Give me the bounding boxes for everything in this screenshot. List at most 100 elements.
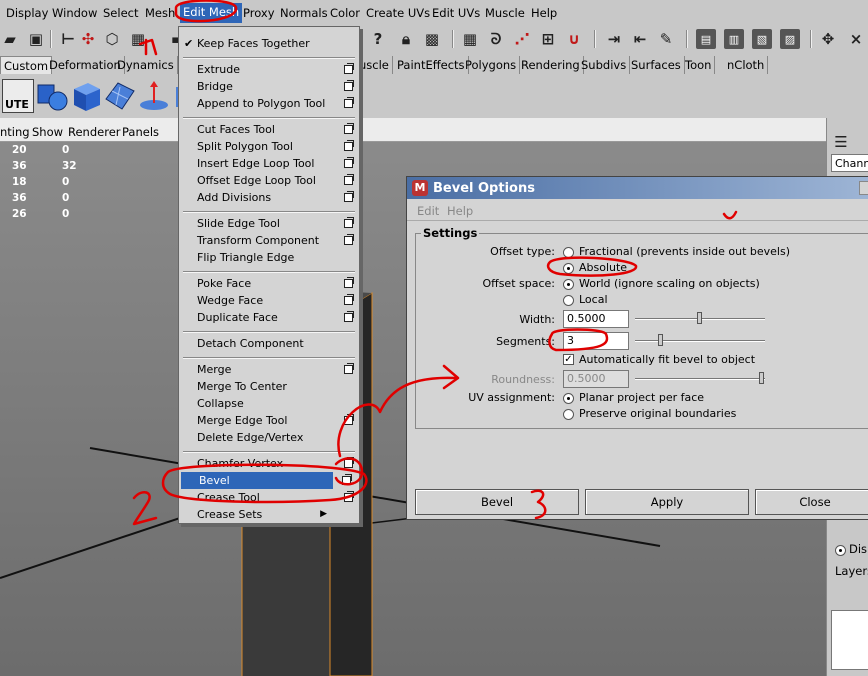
width-field[interactable]: 0.5000 [563,310,629,328]
menu-color[interactable]: Color [330,6,360,20]
tab-rendering[interactable]: Rendering [518,56,584,74]
snap-curve-icon[interactable]: ᘐ [486,29,506,49]
uv-planar-radio[interactable] [563,393,574,404]
uv-preserve-label[interactable]: Preserve original boundaries [579,407,736,420]
menu-item-slide-edge[interactable]: Slide Edge Tool [179,215,359,232]
save-scene-icon[interactable]: ▣ [26,29,46,49]
tab-muscle[interactable]: uscle [356,56,393,74]
autofit-checkbox[interactable]: ✓ [563,354,574,365]
magnet-icon[interactable]: ∪ [564,29,584,49]
menu-item-keep-faces-together[interactable]: ✔ Keep Faces Together [179,35,359,52]
select-hierarchy-icon[interactable]: ⊢ [58,29,78,49]
menu-edit-mesh[interactable]: Edit Mesh [180,3,243,23]
select-object-icon[interactable]: ✣ [78,29,98,49]
snap-point-icon[interactable]: ⋰ [512,29,532,49]
uv-planar-label[interactable]: Planar project per face [579,391,704,404]
menu-display[interactable]: Display [6,6,48,20]
option-box-icon[interactable] [344,491,354,502]
menu-create-uvs[interactable]: Create UVs [366,6,430,20]
menu-item-append-to-polygon[interactable]: Append to Polygon Tool [179,95,359,112]
ipr-render-icon[interactable]: ▧ [752,29,772,49]
menu-item-bridge[interactable]: Bridge [179,78,359,95]
close-button[interactable]: Close [755,489,868,515]
menu-mesh[interactable]: Mesh [145,6,175,20]
offset-type-fractional-radio[interactable] [563,247,574,258]
dialog-menu-help[interactable]: Help [447,204,473,218]
menu-proxy[interactable]: Proxy [243,6,275,20]
menu-item-crease-sets[interactable]: Crease Sets ▶ [179,506,359,523]
offset-type-absolute-label[interactable]: Absolute [579,261,627,274]
width-slider-thumb[interactable] [697,312,702,324]
menu-item-offset-edge-loop[interactable]: Offset Edge Loop Tool [179,172,359,189]
minimize-button[interactable] [859,181,868,195]
select-mask-icon[interactable]: ▩ [422,29,442,49]
snap-grid-icon[interactable]: ▦ [460,29,480,49]
layer-list[interactable] [831,610,868,670]
lock-icon[interactable]: 🔒︎ [396,29,416,49]
menu-muscle[interactable]: Muscle [485,6,525,20]
option-box-icon[interactable] [344,217,354,228]
bevel-option-box-icon[interactable] [342,474,352,485]
offset-space-world-label[interactable]: World (ignore scaling on objects) [579,277,760,290]
option-box-icon[interactable] [344,414,354,425]
segments-field[interactable]: 3 [563,332,629,350]
tab-ncloth[interactable]: nCloth [724,56,769,74]
option-box-icon[interactable] [344,191,354,202]
input-line-icon[interactable]: ✥ [818,29,838,49]
menu-item-crease-tool[interactable]: Crease Tool [179,489,359,506]
menu-item-merge-edge-tool[interactable]: Merge Edge Tool [179,412,359,429]
menu-item-add-divisions[interactable]: Add Divisions [179,189,359,206]
offset-space-local-radio[interactable] [563,295,574,306]
menu-item-split-polygon[interactable]: Split Polygon Tool [179,138,359,155]
segments-slider-thumb[interactable] [658,334,663,346]
menu-window[interactable]: Window [52,6,97,20]
offset-type-absolute-radio[interactable] [563,263,574,274]
menu-item-chamfer-vertex[interactable]: Chamfer Vertex [179,455,359,472]
option-box-icon[interactable] [344,140,354,151]
tab-custom[interactable]: Custom [0,56,53,74]
open-scene-icon[interactable]: ▰ [0,29,20,49]
option-box-icon[interactable] [344,277,354,288]
menu-item-poke-face[interactable]: Poke Face [179,275,359,292]
ute-shelf-button[interactable]: UTE [2,79,34,113]
settings-title[interactable]: Settings [421,226,480,240]
bevel-button[interactable]: Bevel [415,489,579,515]
offset-space-local-label[interactable]: Local [579,293,608,306]
option-box-icon[interactable] [344,457,354,468]
option-box-icon[interactable] [344,363,354,374]
autofit-label[interactable]: Automatically fit bevel to object [579,353,755,366]
uv-preserve-radio[interactable] [563,409,574,420]
option-box-icon[interactable] [344,157,354,168]
option-box-icon[interactable] [344,123,354,134]
option-box-icon[interactable] [344,97,354,108]
option-box-icon[interactable] [344,63,354,74]
move-tool-icon[interactable] [138,79,170,113]
poly-plane-icon[interactable] [104,79,136,113]
menu-help[interactable]: Help [531,6,557,20]
tab-deformation[interactable]: Deformation [46,56,125,74]
menu-item-merge-to-center[interactable]: Merge To Center [179,378,359,395]
tab-polygons[interactable]: Polygons [462,56,521,74]
channel-box-tab[interactable]: Channe [831,154,868,172]
tab-painteffects[interactable]: PaintEffects [394,56,469,74]
menu-item-insert-edge-loop[interactable]: Insert Edge Loop Tool [179,155,359,172]
offset-type-fractional-label[interactable]: Fractional (prevents inside out bevels) [579,245,790,258]
channel-box-icon[interactable]: ☰ [831,132,851,152]
menu-item-bevel[interactable]: Bevel [181,472,333,489]
close-icon[interactable]: × [846,29,866,49]
menu-item-collapse[interactable]: Collapse [179,395,359,412]
select-face-icon[interactable]: ▦ [128,29,148,49]
offset-space-world-radio[interactable] [563,279,574,290]
menu-item-wedge-face[interactable]: Wedge Face [179,292,359,309]
tab-toon[interactable]: Toon [682,56,716,74]
render-view-icon[interactable]: ▤ [696,29,716,49]
construction-history-icon[interactable]: ✎ [656,29,676,49]
menu-select[interactable]: Select [103,6,138,20]
tab-surfaces[interactable]: Surfaces [628,56,685,74]
layers-menu[interactable]: Layers [835,564,868,578]
menu-item-flip-triangle-edge[interactable]: Flip Triangle Edge [179,249,359,266]
dialog-menu-edit[interactable]: Edit [417,204,439,218]
menu-item-extrude[interactable]: Extrude [179,61,359,78]
menu-item-delete-edge-vertex[interactable]: Delete Edge/Vertex [179,429,359,446]
option-box-icon[interactable] [344,294,354,305]
